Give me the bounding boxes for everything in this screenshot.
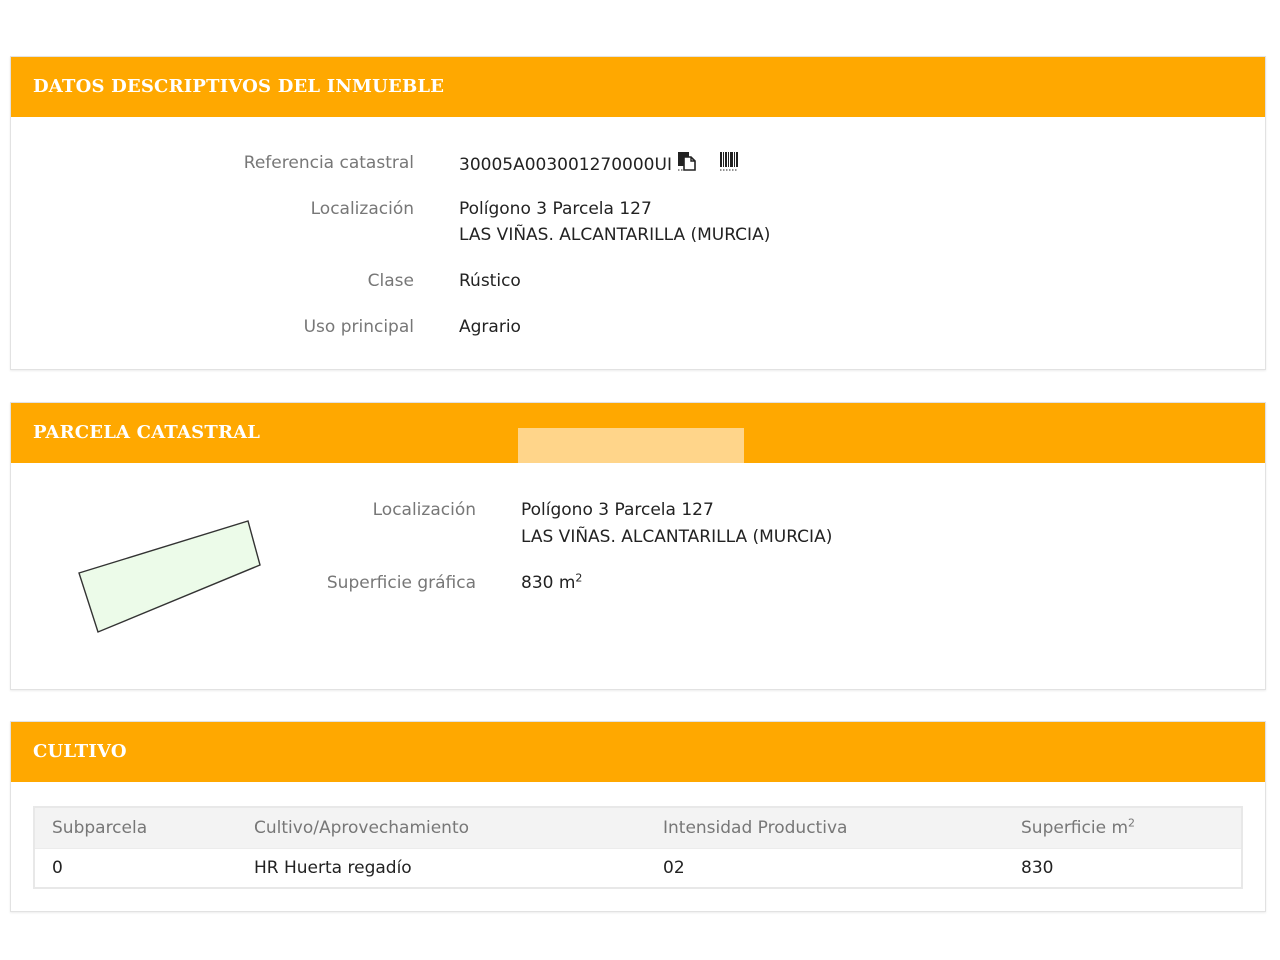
superficie-grafica-value: 830 m2 bbox=[521, 570, 582, 596]
superficie-exponent: 2 bbox=[575, 571, 583, 585]
parcela-catastral-header: PARCELA CATASTRAL bbox=[11, 403, 1265, 463]
col-superficie-label: Superficie m bbox=[1021, 818, 1129, 838]
uso-principal-value: Agrario bbox=[459, 317, 521, 337]
barcode-icon[interactable] bbox=[718, 150, 740, 180]
clase-label: Clase bbox=[367, 271, 414, 291]
superficie-grafica-label: Superficie gráfica bbox=[326, 573, 476, 593]
parcel-shape-map[interactable] bbox=[71, 513, 291, 653]
cell-superficie: 830 bbox=[1004, 848, 1242, 888]
col-intensidad: Intensidad Productiva bbox=[646, 807, 1004, 849]
parcel-polygon bbox=[78, 520, 261, 633]
uso-principal-label: Uso principal bbox=[303, 317, 414, 337]
col-superficie-exponent: 2 bbox=[1128, 816, 1136, 830]
table-row: 0 HR Huerta regadío 02 830 bbox=[34, 848, 1242, 888]
cultivo-table: Subparcela Cultivo/Aprovechamiento Inten… bbox=[33, 806, 1243, 889]
referencia-catastral-text[interactable]: 30005A003001270000UI bbox=[459, 155, 672, 175]
cultivo-header: CULTIVO bbox=[11, 722, 1265, 782]
localizacion-label: Localización bbox=[310, 199, 414, 219]
parcela-localizacion-line1: Polígono 3 Parcela 127 bbox=[521, 500, 714, 520]
copy-document-icon[interactable] bbox=[676, 150, 698, 180]
col-cultivo: Cultivo/Aprovechamiento bbox=[237, 807, 646, 849]
datos-descriptivos-panel: DATOS DESCRIPTIVOS DEL INMUEBLE Referenc… bbox=[10, 56, 1266, 370]
parcela-catastral-panel: PARCELA CATASTRAL Localización Polígono … bbox=[10, 402, 1266, 690]
cell-cultivo: HR Huerta regadío bbox=[237, 848, 646, 888]
cell-intensidad: 02 bbox=[646, 848, 1004, 888]
localizacion-line2: LAS VIÑAS. ALCANTARILLA (MURCIA) bbox=[459, 225, 771, 245]
superficie-grafica-number: 830 m bbox=[521, 573, 576, 593]
cultivo-header-row: Subparcela Cultivo/Aprovechamiento Inten… bbox=[34, 807, 1242, 849]
col-subparcela: Subparcela bbox=[34, 807, 237, 849]
header-tab-highlight[interactable] bbox=[518, 428, 744, 463]
cell-subparcela: 0 bbox=[34, 848, 237, 888]
parcela-catastral-title: PARCELA CATASTRAL bbox=[33, 422, 261, 443]
referencia-catastral-label: Referencia catastral bbox=[243, 153, 414, 173]
datos-descriptivos-header: DATOS DESCRIPTIVOS DEL INMUEBLE bbox=[11, 57, 1265, 117]
referencia-catastral-value: 30005A003001270000UI bbox=[459, 150, 740, 180]
cultivo-panel: CULTIVO Subparcela Cultivo/Aprovechamien… bbox=[10, 721, 1266, 912]
parcela-localizacion-label: Localización bbox=[372, 500, 476, 520]
localizacion-line1: Polígono 3 Parcela 127 bbox=[459, 199, 652, 219]
col-superficie: Superficie m2 bbox=[1004, 807, 1242, 849]
parcela-localizacion-line2: LAS VIÑAS. ALCANTARILLA (MURCIA) bbox=[521, 527, 833, 547]
clase-value: Rústico bbox=[459, 271, 521, 291]
